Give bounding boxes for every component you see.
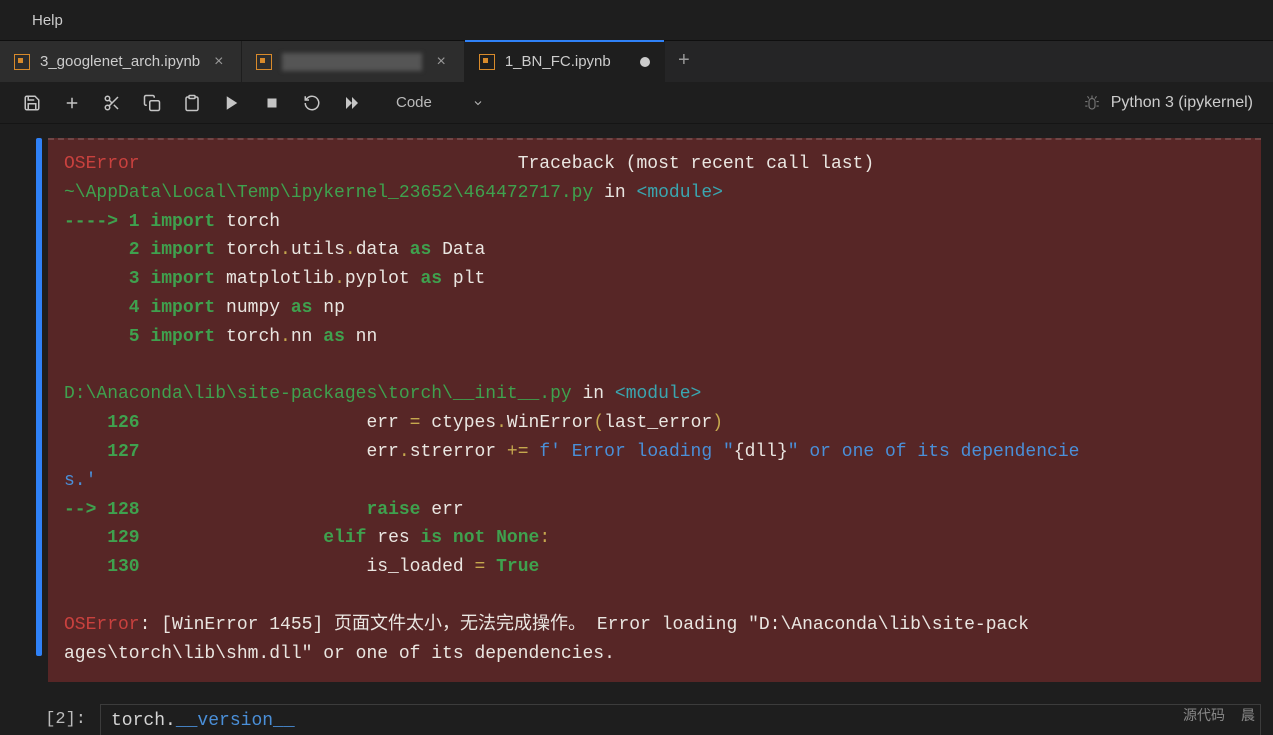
traceback-output: OSError Traceback (most recent call last…	[48, 138, 1261, 682]
status-source[interactable]: 源代码	[1183, 705, 1225, 725]
status-corner: 源代码 晨	[1183, 705, 1255, 725]
menu-help[interactable]: Help	[20, 6, 75, 35]
cut-button[interactable]	[98, 89, 126, 117]
dirty-indicator-icon	[640, 57, 650, 67]
code-input[interactable]: torch.__version__	[100, 704, 1261, 735]
tab-bar: 3_googlenet_arch.ipynb × × 1_BN_FC.ipynb…	[0, 40, 1273, 82]
tab-label: 3_googlenet_arch.ipynb	[40, 53, 200, 70]
toolbar: Code Python 3 (ipykernel)	[0, 82, 1273, 124]
paste-button[interactable]	[178, 89, 206, 117]
run-button[interactable]	[218, 89, 246, 117]
close-icon[interactable]: ×	[210, 51, 227, 73]
kernel-name: Python 3 (ipykernel)	[1111, 94, 1253, 112]
cell-type-dropdown[interactable]: Code	[386, 90, 494, 115]
cell-type-label: Code	[396, 94, 432, 111]
close-icon[interactable]: ×	[432, 51, 449, 73]
kernel-status[interactable]: Python 3 (ipykernel)	[1083, 94, 1263, 112]
notebook-icon	[479, 54, 495, 70]
add-cell-button[interactable]	[58, 89, 86, 117]
chevron-down-icon	[472, 97, 484, 109]
menubar: Help	[0, 0, 1273, 40]
tab-label-redacted	[282, 53, 422, 71]
tab-googlenet[interactable]: 3_googlenet_arch.ipynb ×	[0, 41, 242, 82]
notebook-icon	[14, 54, 30, 70]
status-other[interactable]: 晨	[1241, 705, 1255, 725]
tab-redacted[interactable]: ×	[242, 41, 464, 82]
notebook-area: OSError Traceback (most recent call last…	[0, 124, 1273, 735]
cell-prompt: [2]:	[48, 704, 100, 735]
bug-icon	[1083, 94, 1101, 112]
run-all-button[interactable]	[338, 89, 366, 117]
save-button[interactable]	[18, 89, 46, 117]
copy-button[interactable]	[138, 89, 166, 117]
output-area: OSError Traceback (most recent call last…	[48, 124, 1273, 735]
stop-button[interactable]	[258, 89, 286, 117]
new-tab-button[interactable]: +	[665, 41, 703, 82]
cell-marker[interactable]	[36, 138, 42, 656]
notebook-icon	[256, 54, 272, 70]
cell-gutter	[0, 124, 48, 735]
code-cell[interactable]: [2]: torch.__version__	[48, 704, 1273, 735]
tab-bn-fc[interactable]: 1_BN_FC.ipynb	[465, 41, 665, 82]
tab-label: 1_BN_FC.ipynb	[505, 53, 630, 70]
restart-button[interactable]	[298, 89, 326, 117]
